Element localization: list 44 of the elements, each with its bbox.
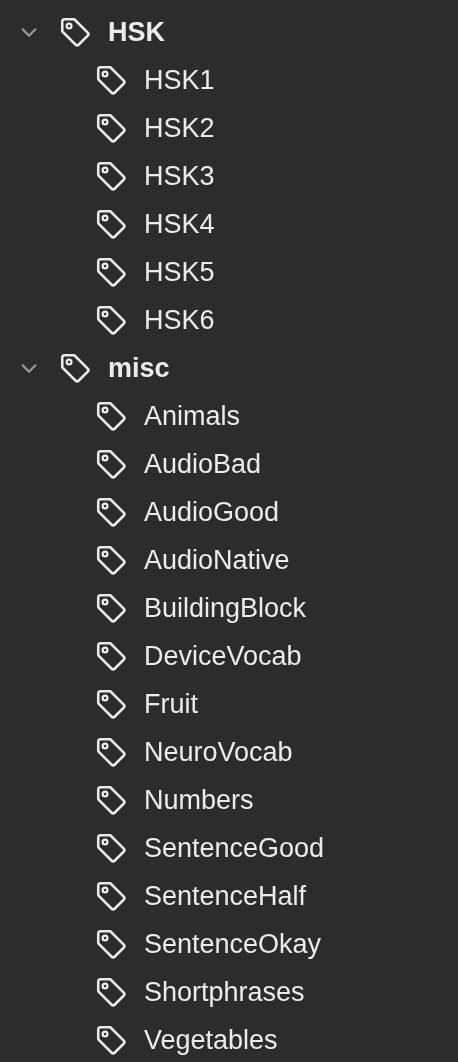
tag-icon <box>94 591 128 625</box>
tag-label[interactable]: SentenceHalf <box>144 879 307 913</box>
tag-icon <box>94 399 128 433</box>
tag-label[interactable]: HSK4 <box>144 207 215 241</box>
tag-icon <box>94 159 128 193</box>
tag-icon <box>94 1023 128 1057</box>
tag-icon <box>94 927 128 961</box>
tag-label[interactable]: HSK2 <box>144 111 215 145</box>
tag-label[interactable]: HSK6 <box>144 303 215 337</box>
tag-icon <box>94 447 128 481</box>
tag-group-label[interactable]: misc <box>108 351 170 385</box>
tag-label[interactable]: Numbers <box>144 783 254 817</box>
tag-icon <box>94 207 128 241</box>
tag-icon <box>94 783 128 817</box>
tag-label[interactable]: SentenceOkay <box>144 927 322 961</box>
tag-icon <box>58 351 92 385</box>
tag-label[interactable]: AudioNative <box>144 543 290 577</box>
tag-label[interactable]: HSK1 <box>144 63 215 97</box>
tag-label[interactable]: Animals <box>144 399 241 433</box>
tag-icon <box>94 111 128 145</box>
tag-label[interactable]: Vegetables <box>144 1023 278 1057</box>
tag-icon <box>94 543 128 577</box>
tag-icon <box>94 975 128 1009</box>
tag-label[interactable]: Fruit <box>144 687 198 721</box>
tag-label[interactable]: SentenceGood <box>144 831 325 865</box>
tag-icon <box>94 639 128 673</box>
tag-icon <box>94 495 128 529</box>
tag-group-label[interactable]: HSK <box>108 15 165 49</box>
tag-icon <box>94 879 128 913</box>
tag-icon <box>94 831 128 865</box>
tag-icon <box>94 735 128 769</box>
tag-label[interactable]: HSK3 <box>144 159 215 193</box>
tag-icon <box>94 63 128 97</box>
tag-label[interactable]: AudioGood <box>144 495 280 529</box>
tag-label[interactable]: NeuroVocab <box>144 735 293 769</box>
tag-icon <box>94 303 128 337</box>
tag-label[interactable]: Shortphrases <box>144 975 305 1009</box>
tag-label[interactable]: AudioBad <box>144 447 262 481</box>
tag-icon <box>58 15 92 49</box>
tag-label[interactable]: HSK5 <box>144 255 215 289</box>
tag-label[interactable]: BuildingBlock <box>144 591 307 625</box>
tag-icon <box>94 687 128 721</box>
tag-label[interactable]: DeviceVocab <box>144 639 302 673</box>
tag-icon <box>94 255 128 289</box>
